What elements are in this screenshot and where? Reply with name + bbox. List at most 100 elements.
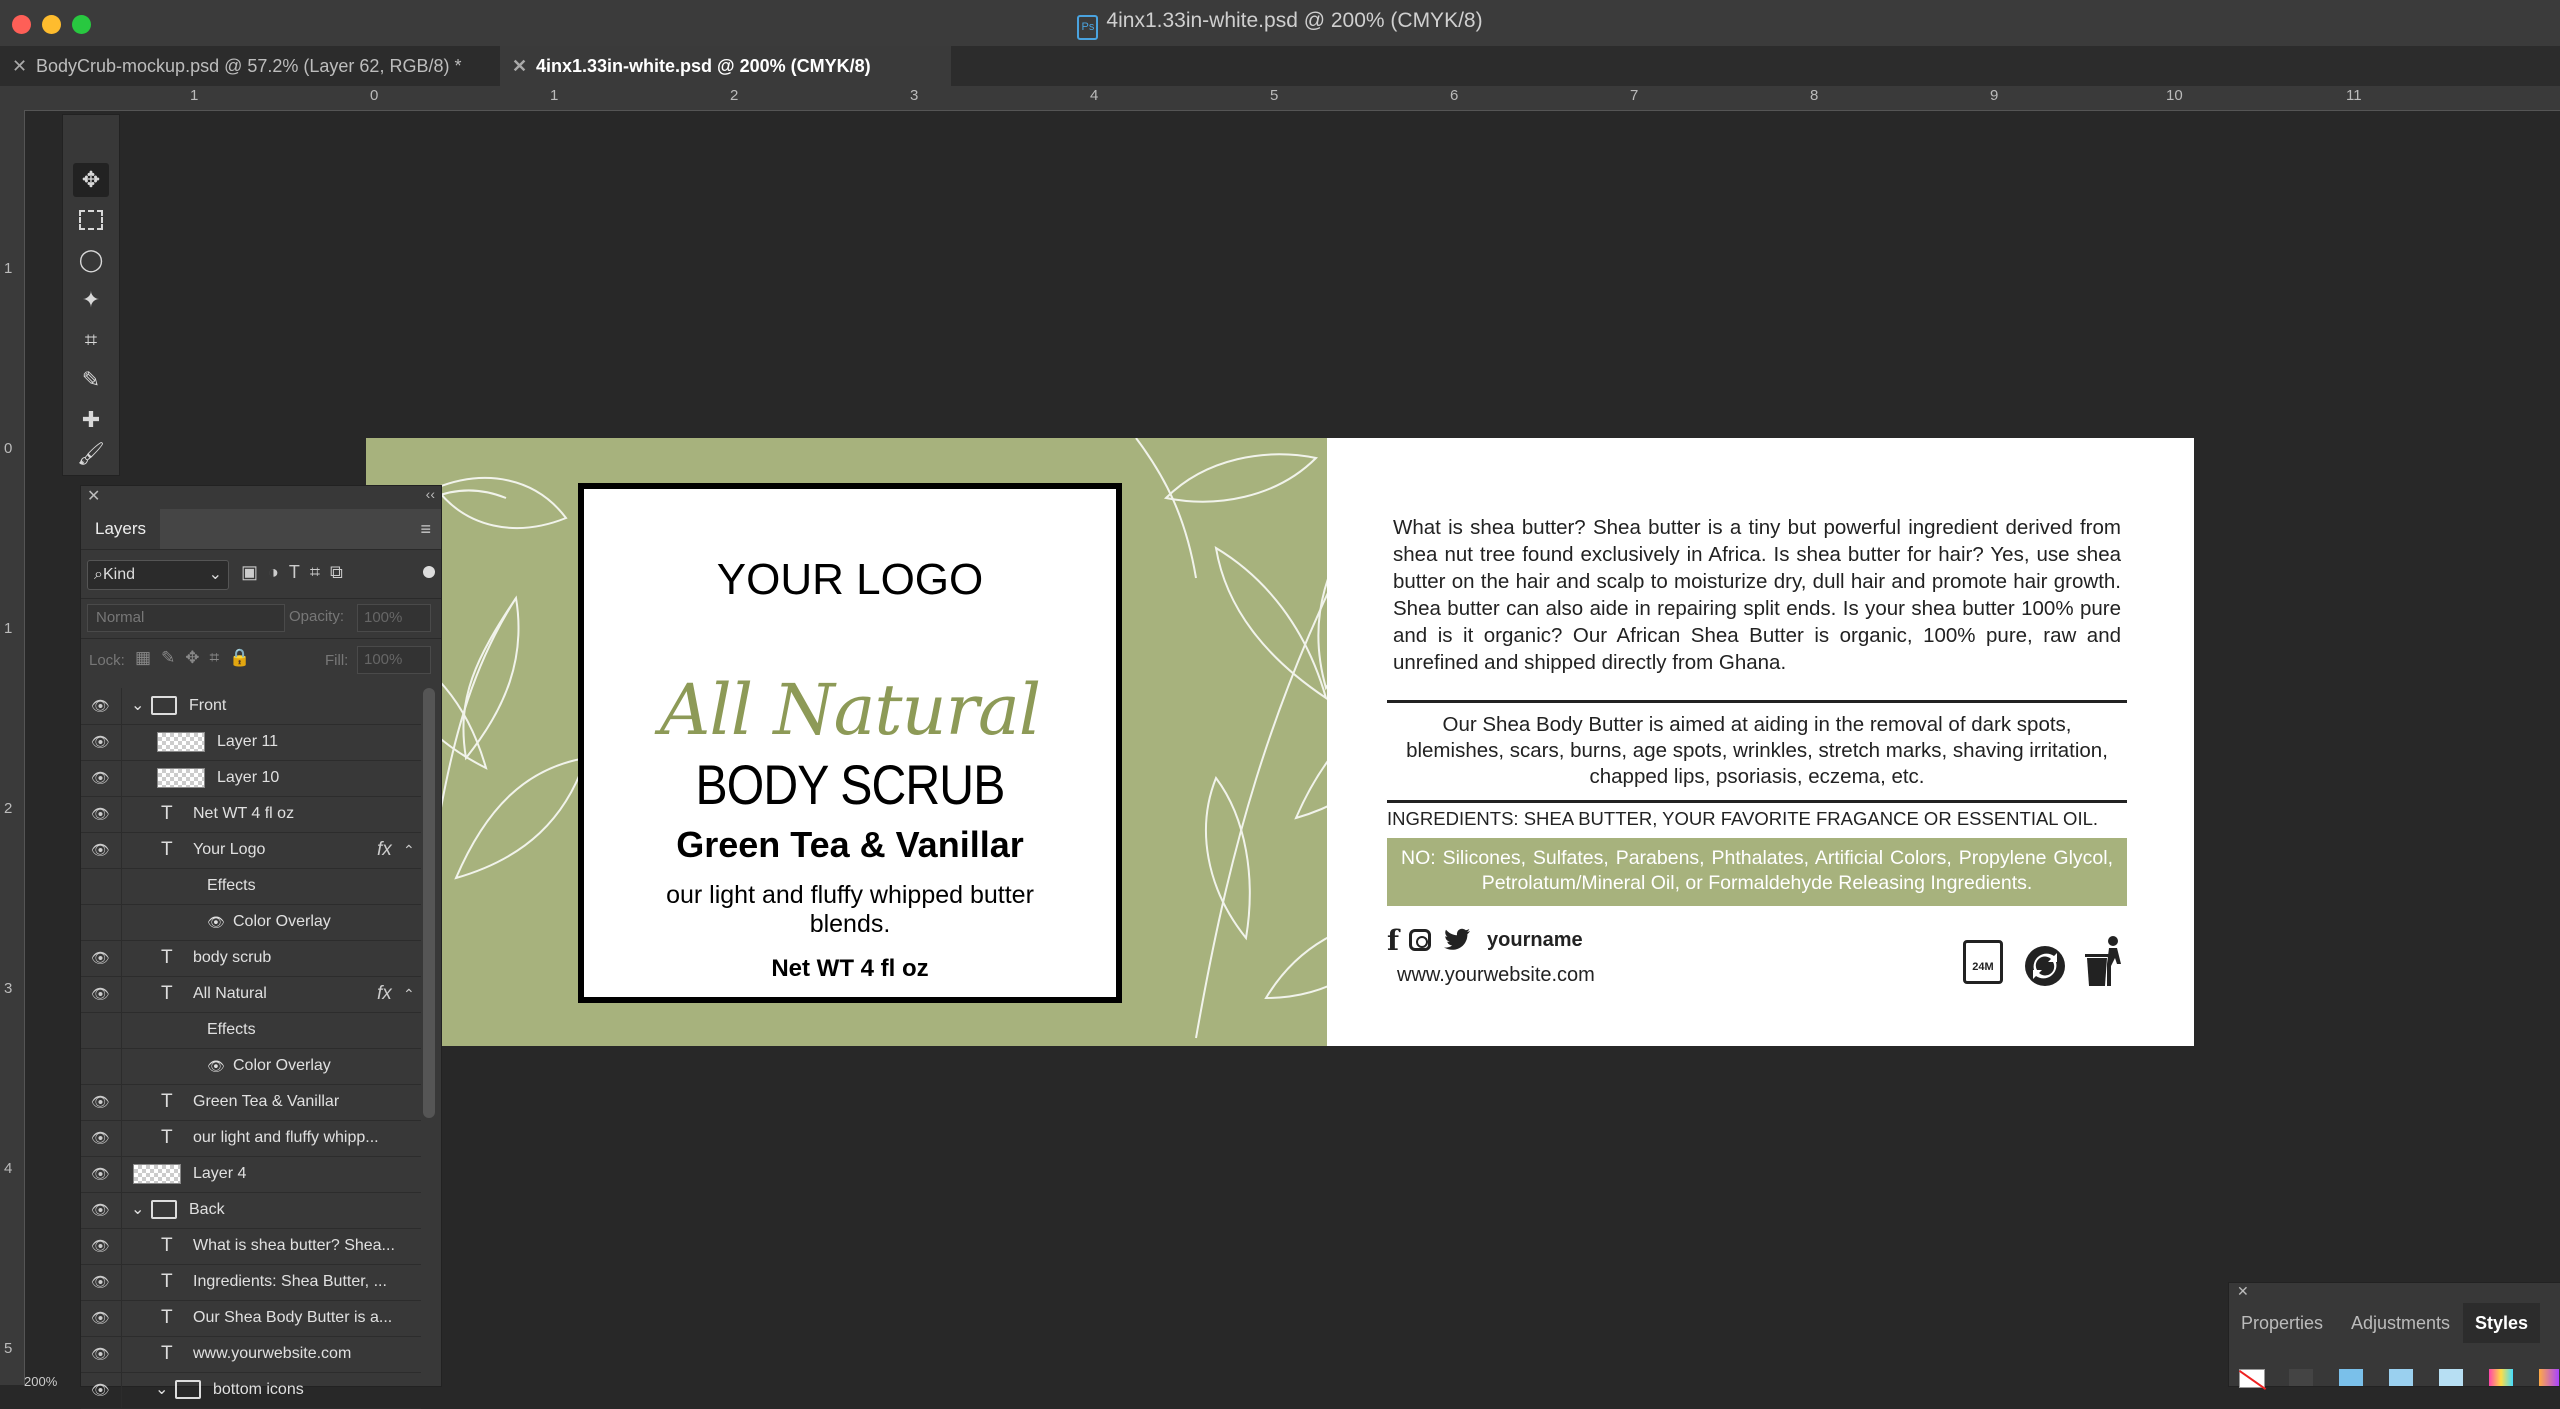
fill-input[interactable]: 100% bbox=[357, 646, 431, 674]
visibility-eye-icon[interactable]: 👁 bbox=[91, 697, 111, 715]
eyedropper-tool-icon[interactable]: ✎ bbox=[73, 363, 109, 397]
layer-row[interactable]: 👁 T Ingredients: Shea Butter, ... bbox=[81, 1264, 421, 1301]
back-label[interactable]: What is shea butter? Shea butter is a ti… bbox=[1327, 438, 2194, 1046]
ruler-mark: 5 bbox=[1270, 87, 1279, 104]
close-panel-icon[interactable]: ✕ bbox=[87, 486, 100, 506]
ruler-mark: 0 bbox=[4, 440, 13, 457]
layer-row[interactable]: 👁 Tbody scrub bbox=[81, 940, 421, 977]
layer-row[interactable]: 👁 Twww.yourwebsite.com bbox=[81, 1336, 421, 1373]
collapse-panel-icon[interactable]: ‹‹ bbox=[426, 486, 435, 502]
magic-wand-tool-icon[interactable]: ✦ bbox=[73, 283, 109, 317]
facebook-icon: f bbox=[1387, 923, 1400, 957]
lock-icons[interactable]: ▦✎✥⌗🔒 bbox=[135, 648, 260, 668]
divider bbox=[1387, 700, 2127, 703]
style-swatch[interactable] bbox=[2339, 1369, 2363, 1386]
layer-row[interactable]: 👁 T Net WT 4 fl oz bbox=[81, 796, 421, 833]
tab-bodycrub-mockup[interactable]: ✕ BodyCrub-mockup.psd @ 57.2% (Layer 62, … bbox=[0, 46, 491, 86]
layer-row[interactable]: 👁 T Green Tea & Vanillar bbox=[81, 1084, 421, 1121]
layer-name: Back bbox=[189, 1201, 225, 1218]
healing-brush-tool-icon[interactable]: ✚ bbox=[73, 403, 109, 437]
move-tool-icon[interactable]: ✥ bbox=[73, 163, 109, 197]
tab-properties[interactable]: Properties bbox=[2229, 1303, 2335, 1343]
layer-row[interactable]: 👁 T What is shea butter? Shea... bbox=[81, 1228, 421, 1265]
effect-row[interactable]: 👁 Color Overlay bbox=[81, 1048, 421, 1085]
filter-icons[interactable]: ▣◑T⌗⧉ bbox=[241, 562, 353, 583]
close-tab-icon[interactable]: ✕ bbox=[512, 46, 527, 86]
marquee-tool-icon[interactable] bbox=[73, 203, 109, 237]
visibility-eye-icon[interactable]: 👁 bbox=[91, 769, 111, 787]
effect-eye-icon[interactable]: 👁 bbox=[207, 904, 225, 940]
ingredients-text: INGREDIENTS: SHEA BUTTER, YOUR FAVORITE … bbox=[1387, 808, 2099, 829]
close-panel-icon[interactable]: ✕ bbox=[2237, 1283, 2249, 1300]
chevron-down-icon[interactable]: ⌄ bbox=[131, 688, 144, 724]
visibility-eye-icon[interactable]: 👁 bbox=[91, 1273, 111, 1291]
vertical-ruler[interactable]: 1 0 1 2 3 4 5 bbox=[0, 110, 25, 1385]
tab-styles[interactable]: Styles bbox=[2463, 1303, 2541, 1343]
close-tab-icon[interactable]: ✕ bbox=[12, 46, 27, 86]
layer-row[interactable]: 👁 Layer 10 bbox=[81, 760, 421, 797]
style-swatch[interactable] bbox=[2489, 1369, 2513, 1386]
effects-row[interactable]: Effects bbox=[81, 868, 421, 905]
layer-row[interactable]: 👁 ⌄ bottom icons bbox=[81, 1372, 421, 1409]
chevron-down-icon[interactable]: ⌄ bbox=[155, 1372, 168, 1408]
style-swatch[interactable] bbox=[2389, 1369, 2413, 1386]
layers-scrollbar[interactable] bbox=[423, 688, 435, 1118]
no-list-box: NO: Silicones, Sulfates, Parabens, Phtha… bbox=[1387, 838, 2127, 906]
ruler-mark: 3 bbox=[4, 980, 13, 997]
visibility-eye-icon[interactable]: 👁 bbox=[91, 949, 111, 967]
visibility-eye-icon[interactable]: 👁 bbox=[91, 1309, 111, 1327]
tab-adjustments[interactable]: Adjustments bbox=[2339, 1303, 2462, 1343]
layer-name: What is shea butter? Shea... bbox=[193, 1237, 395, 1254]
visibility-eye-icon[interactable]: 👁 bbox=[91, 1237, 111, 1255]
crop-tool-icon[interactable]: ⌗ bbox=[73, 323, 109, 357]
brush-tool-icon[interactable]: 🖌 bbox=[73, 437, 109, 471]
visibility-eye-icon[interactable]: 👁 bbox=[91, 805, 111, 823]
style-swatch[interactable] bbox=[2289, 1369, 2313, 1386]
filter-kind-dropdown[interactable]: ⌕Kind ⌄ bbox=[87, 560, 229, 590]
visibility-eye-icon[interactable]: 👁 bbox=[91, 1093, 111, 1111]
effect-name: Color Overlay bbox=[233, 913, 331, 930]
layer-row[interactable]: 👁 Tour light and fluffy whipp... bbox=[81, 1120, 421, 1157]
visibility-eye-icon[interactable]: 👁 bbox=[91, 1129, 111, 1147]
tab-layers[interactable]: Layers bbox=[81, 509, 161, 549]
panel-menu-icon[interactable]: ≡ bbox=[420, 519, 431, 540]
fx-icon[interactable]: fx bbox=[377, 832, 392, 868]
ruler-mark: 4 bbox=[1090, 87, 1099, 104]
filter-toggle-icon[interactable] bbox=[423, 566, 435, 578]
description-text: our light and fluffy whipped butter blen… bbox=[666, 881, 1034, 938]
visibility-eye-icon[interactable]: 👁 bbox=[91, 1165, 111, 1183]
visibility-eye-icon[interactable]: 👁 bbox=[91, 733, 111, 751]
layer-row[interactable]: 👁 ⌄ Front bbox=[81, 688, 421, 725]
visibility-eye-icon[interactable]: 👁 bbox=[91, 841, 111, 859]
style-swatch-none[interactable] bbox=[2238, 1369, 2267, 1390]
effect-eye-icon[interactable]: 👁 bbox=[207, 1048, 225, 1084]
layer-row[interactable]: 👁 T Your Logo fx ⌃ bbox=[81, 832, 421, 869]
visibility-eye-icon[interactable]: 👁 bbox=[91, 1381, 111, 1399]
front-label-box[interactable]: YOUR LOGO All Natural BODY SCRUB Green T… bbox=[578, 483, 1122, 1003]
layer-row[interactable]: 👁 T Our Shea Body Butter is a... bbox=[81, 1300, 421, 1337]
lasso-tool-icon[interactable]: ◯ bbox=[73, 243, 109, 277]
tab-label-white[interactable]: ✕ 4inx1.33in-white.psd @ 200% (CMYK/8) bbox=[500, 46, 951, 86]
layer-row[interactable]: 👁 Layer 11 bbox=[81, 724, 421, 761]
visibility-eye-icon[interactable]: 👁 bbox=[91, 1201, 111, 1219]
text-layer-icon: T bbox=[161, 983, 173, 1004]
horizontal-ruler[interactable]: 1 0 1 2 3 4 5 6 7 8 9 10 11 bbox=[0, 86, 2560, 111]
layer-row[interactable]: 👁 Layer 4 bbox=[81, 1156, 421, 1193]
chevron-up-icon[interactable]: ⌃ bbox=[403, 832, 415, 868]
chevron-up-icon[interactable]: ⌃ bbox=[403, 976, 415, 1012]
chevron-down-icon[interactable]: ⌄ bbox=[131, 1192, 144, 1228]
layer-row[interactable]: 👁 ⌄ Back bbox=[81, 1192, 421, 1229]
effects-row[interactable]: Effects bbox=[81, 1012, 421, 1049]
shea-info-paragraph: What is shea butter? Shea butter is a ti… bbox=[1393, 516, 2121, 674]
style-swatch[interactable] bbox=[2439, 1369, 2463, 1386]
blend-mode-dropdown[interactable]: Normal bbox=[87, 604, 285, 632]
layer-row[interactable]: 👁 T All Natural fx ⌃ bbox=[81, 976, 421, 1013]
opacity-input[interactable]: 100% bbox=[357, 604, 431, 632]
document-tabs: ✕ BodyCrub-mockup.psd @ 57.2% (Layer 62, … bbox=[0, 46, 2560, 87]
layer-name: Layer 11 bbox=[217, 733, 279, 750]
visibility-eye-icon[interactable]: 👁 bbox=[91, 985, 111, 1003]
visibility-eye-icon[interactable]: 👁 bbox=[91, 1345, 111, 1363]
effect-row[interactable]: 👁 Color Overlay bbox=[81, 904, 421, 941]
style-swatch[interactable] bbox=[2539, 1369, 2559, 1386]
fx-icon[interactable]: fx bbox=[377, 976, 392, 1012]
